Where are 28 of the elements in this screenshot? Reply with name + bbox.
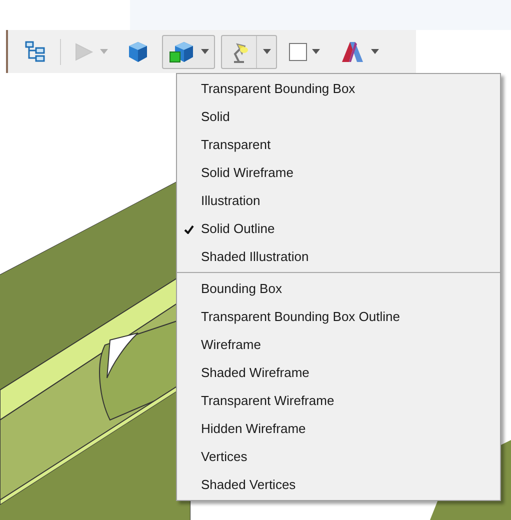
menu-item[interactable]: Shaded Wireframe (177, 359, 500, 387)
toolbar-button[interactable] (162, 34, 215, 68)
caret-icon (100, 49, 108, 54)
tree-icon (24, 40, 48, 64)
menu-item[interactable]: Hidden Wireframe (177, 415, 500, 443)
swatch-icon (289, 42, 307, 60)
toolbar-button[interactable] (221, 34, 277, 68)
menu-item[interactable]: Transparent Bounding Box (177, 75, 500, 103)
check-icon (184, 224, 194, 234)
caret-icon (201, 49, 209, 54)
menu-item[interactable]: Solid (177, 103, 500, 131)
menu-item[interactable]: Illustration (177, 187, 500, 215)
caret-icon (312, 49, 320, 54)
menu-item[interactable]: Transparent (177, 131, 500, 159)
menu-item[interactable]: Wireframe (177, 331, 500, 359)
menu-item[interactable]: Solid Outline (177, 215, 500, 243)
cube-icon (168, 40, 196, 64)
cube-icon (126, 40, 150, 64)
menu-item[interactable]: Bounding Box (177, 275, 500, 303)
menu-item[interactable]: Shaded Vertices (177, 471, 500, 499)
menu-item[interactable]: Solid Wireframe (177, 159, 500, 187)
play-icon (73, 42, 95, 62)
menu-item[interactable]: Transparent Wireframe (177, 387, 500, 415)
menu-item[interactable]: Vertices (177, 443, 500, 471)
menu-item[interactable]: Shaded Illustration (177, 243, 500, 271)
menu-item[interactable]: Transparent Bounding Box Outline (177, 303, 500, 331)
caret-icon (263, 49, 271, 54)
caret-icon (371, 49, 379, 54)
